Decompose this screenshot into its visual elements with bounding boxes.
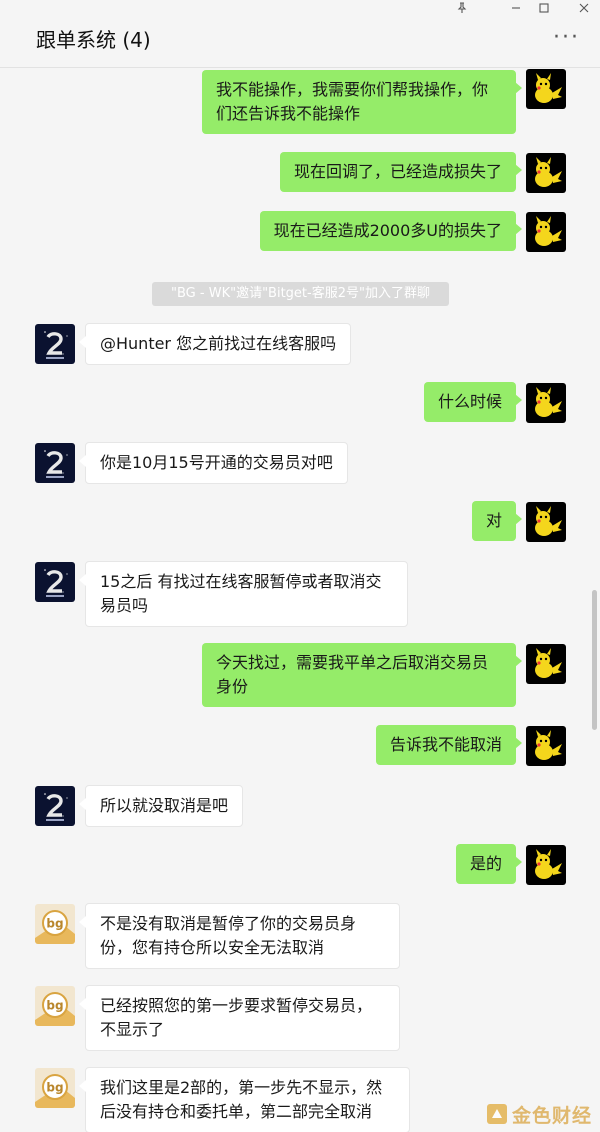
bitget-2-avatar[interactable] [35,324,75,364]
close-icon[interactable] [572,2,596,18]
message-bubble[interactable]: 是的 [455,844,523,884]
pin-icon[interactable] [450,2,474,18]
message-bubble[interactable]: 15之后 有找过在线客服暂停或者取消交易员吗 [79,561,408,627]
message-bubble[interactable]: 你是10月15号开通的交易员对吧 [79,442,348,484]
message-bubble[interactable]: 告诉我不能取消 [375,725,523,765]
message-list[interactable]: 我不能操作，我需要你们帮我操作，你们还告诉我不能操作 现在回调了，已经造成损失了… [0,69,600,1132]
group-join-notice: "BG - WK"邀请"Bitget-客服2号"加入了群聊 [152,282,449,306]
pikachu-avatar[interactable] [526,726,566,766]
message-bubble[interactable]: 今天找过，需要我平单之后取消交易员身份 [202,643,522,707]
pikachu-avatar[interactable] [526,644,566,684]
watermark-text: 金色财经 [511,1104,592,1127]
pikachu-avatar[interactable] [526,69,566,109]
maximize-icon[interactable] [532,2,556,18]
svg-text:bg: bg [46,917,63,931]
minimize-icon[interactable] [504,2,528,18]
bitget-2-avatar[interactable] [35,786,75,826]
message-bubble[interactable]: 所以就没取消是吧 [78,785,244,827]
pikachu-avatar[interactable] [526,502,566,542]
bitget-2-avatar[interactable] [35,443,75,483]
svg-text:bg: bg [46,999,63,1013]
jinse-logo-icon [486,1103,508,1125]
pikachu-avatar[interactable] [526,845,566,885]
pikachu-avatar[interactable] [526,383,566,423]
bg-logo-avatar[interactable]: bg [35,1068,75,1108]
bg-logo-avatar[interactable]: bg [35,904,75,944]
message-bubble[interactable]: 不是没有取消是暂停了你的交易员身份，您有持仓所以安全无法取消 [79,903,400,969]
message-bubble[interactable]: 现在回调了，已经造成损失了 [279,152,523,192]
message-bubble[interactable]: 我不能操作，我需要你们帮我操作，你们还告诉我不能操作 [202,70,522,134]
message-bubble[interactable]: 已经按照您的第一步要求暂停交易员，不显示了 [79,985,400,1051]
pikachu-avatar[interactable] [526,212,566,252]
message-bubble[interactable]: 什么时候 [423,382,523,422]
svg-text:bg: bg [46,1081,63,1095]
chat-header: 跟单系统 (4) ··· [0,0,600,68]
message-bubble[interactable]: 现在已经造成2000多U的损失了 [259,211,523,251]
bitget-2-avatar[interactable] [35,562,75,602]
message-bubble[interactable]: 对 [471,501,523,541]
pikachu-avatar[interactable] [526,153,566,193]
chat-scrollbar[interactable] [592,590,597,730]
bg-logo-avatar[interactable]: bg [35,986,75,1026]
message-bubble[interactable]: 我们这里是2部的，第一步先不显示，然后没有持仓和委托单，第二部完全取消 [79,1067,410,1132]
message-bubble[interactable]: @Hunter 您之前找过在线客服吗 [78,323,352,365]
chat-title[interactable]: 跟单系统 (4) [36,24,151,53]
more-options-icon[interactable]: ··· [553,27,580,49]
watermark: 金色财经 [486,1100,592,1128]
